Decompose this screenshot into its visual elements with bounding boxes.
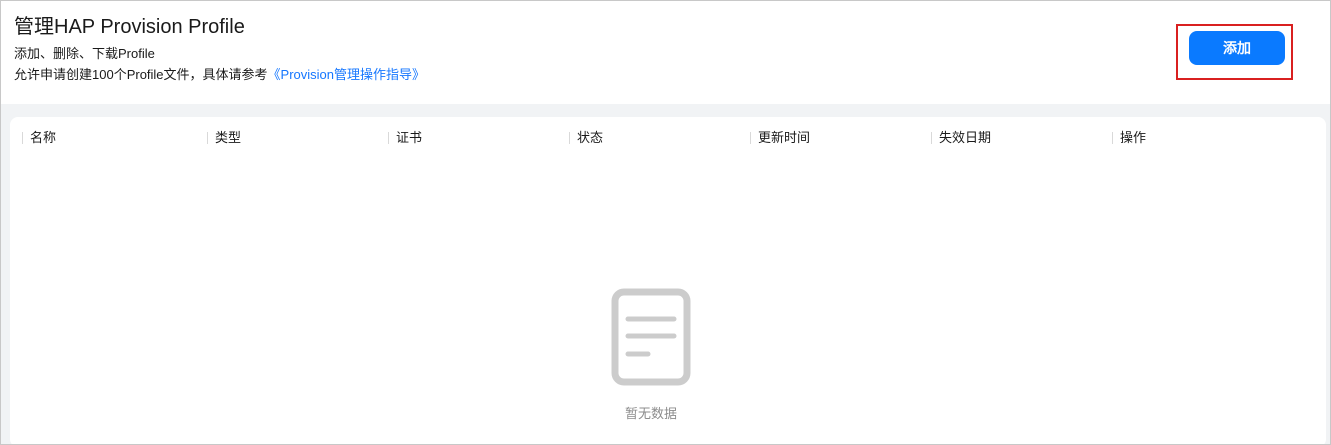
column-header-name: 名称 (22, 129, 56, 147)
empty-state-text: 暂无数据 (624, 406, 677, 421)
document-icon (611, 288, 691, 386)
add-button[interactable]: 添加 (1189, 31, 1285, 65)
page-description: 允许申请创建100个Profile文件，具体请参考《Provision管理操作指… (14, 66, 425, 84)
provision-profile-page: 管理HAP Provision Profile 添加、删除、下载Profile … (0, 0, 1331, 445)
column-header-certificate: 证书 (388, 129, 422, 147)
column-header-status: 状态 (569, 129, 603, 147)
column-header-type: 类型 (207, 129, 241, 147)
profile-table: 名称 类型 证书 状态 更新时间 失效日期 操作 暂无数据 (10, 117, 1326, 444)
column-header-update-time: 更新时间 (750, 129, 810, 147)
page-header: 管理HAP Provision Profile 添加、删除、下载Profile … (1, 1, 1330, 104)
column-header-expiry-date: 失效日期 (931, 129, 991, 147)
description-text: 允许申请创建100个Profile文件，具体请参考 (14, 67, 268, 82)
provision-guide-link[interactable]: 《Provision管理操作指导》 (268, 67, 425, 82)
page-title: 管理HAP Provision Profile (14, 16, 245, 38)
column-header-actions: 操作 (1112, 129, 1146, 147)
page-subtitle: 添加、删除、下载Profile (14, 46, 155, 61)
